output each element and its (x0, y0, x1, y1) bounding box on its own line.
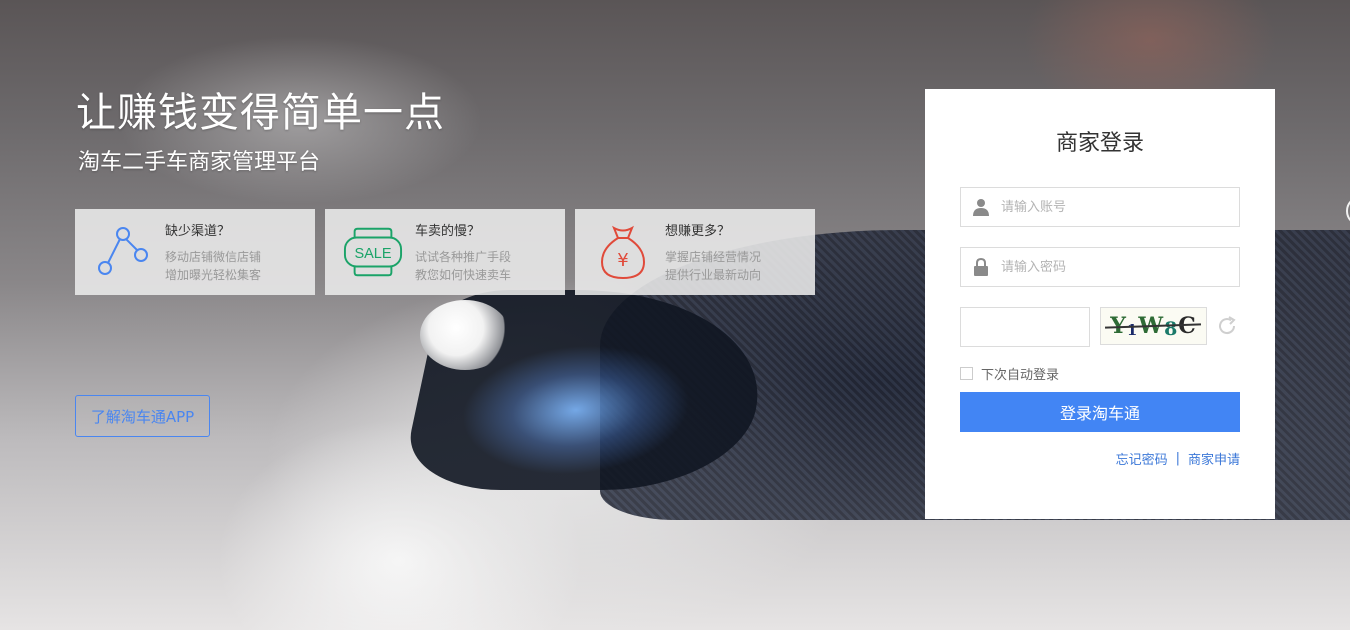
forgot-password-link[interactable]: 忘记密码 (1116, 449, 1168, 468)
hero-subtitle: 淘车二手车商家管理平台 (78, 150, 321, 175)
feature-card-channels: 缺少渠道？ 移动店铺微信店铺 增加曝光轻松集客 (75, 209, 315, 295)
link-separator: | (1175, 451, 1180, 466)
share-nodes-icon (93, 224, 153, 280)
login-links: 忘记密码 | 商家申请 (1116, 449, 1240, 468)
feature-desc: 掌握店铺经营情况 (665, 250, 762, 264)
money-bag-icon: ¥ (593, 224, 653, 280)
feature-card-earnings: ¥ 想赚更多？ 掌握店铺经营情况 提供行业最新动向 (575, 209, 815, 295)
captcha-char: 8 (1164, 318, 1179, 340)
login-panel: 商家登录 Y 1 W 8 C (925, 89, 1275, 519)
svg-text:SALE: SALE (354, 246, 391, 262)
feature-card-sales: SALE 车卖的慢？ 试试各种推广手段 教您如何快速卖车 (325, 209, 565, 295)
hero-title: 让赚钱变得简单一点 (76, 90, 445, 136)
feature-desc: 教您如何快速卖车 (415, 268, 512, 282)
learn-app-button[interactable]: 了解淘车通APP (75, 395, 210, 437)
account-field (960, 187, 1240, 227)
login-title: 商家登录 (1055, 131, 1144, 156)
remember-me[interactable]: 下次自动登录 (960, 364, 1059, 383)
feature-list: 缺少渠道？ 移动店铺微信店铺 增加曝光轻松集客 SALE 车卖的慢？ 试试各种推 (75, 209, 815, 295)
remember-checkbox[interactable] (960, 367, 973, 380)
remember-label: 下次自动登录 (981, 368, 1060, 383)
sale-tag-icon: SALE (343, 224, 403, 280)
feature-desc: 试试各种推广手段 (415, 250, 512, 264)
feature-desc: 移动店铺微信店铺 (165, 250, 262, 264)
feature-desc: 提供行业最新动向 (665, 268, 762, 282)
captcha-char: 1 (1126, 321, 1139, 339)
account-input[interactable] (1001, 189, 1239, 225)
feature-desc: 增加曝光轻松集客 (165, 268, 262, 282)
lock-icon (961, 248, 1001, 286)
background-hero: 让赚钱变得简单一点 淘车二手车商家管理平台 缺少渠道？ 移动店铺微信店铺 增加曝… (0, 0, 1350, 630)
svg-text:¥: ¥ (617, 250, 628, 271)
user-icon (961, 188, 1001, 226)
login-submit-button[interactable]: 登录淘车通 (960, 392, 1240, 432)
feature-title: 车卖的慢？ (415, 224, 481, 239)
refresh-captcha-icon[interactable] (1216, 315, 1238, 337)
password-field (960, 247, 1240, 287)
car-headlight-image (420, 300, 510, 370)
merchant-apply-link[interactable]: 商家申请 (1188, 449, 1240, 468)
feature-title: 缺少渠道？ (165, 224, 231, 239)
captcha-input[interactable] (960, 307, 1090, 347)
feature-title: 想赚更多？ (665, 224, 731, 239)
carousel-dot[interactable] (1346, 196, 1350, 226)
password-input[interactable] (1001, 249, 1239, 285)
